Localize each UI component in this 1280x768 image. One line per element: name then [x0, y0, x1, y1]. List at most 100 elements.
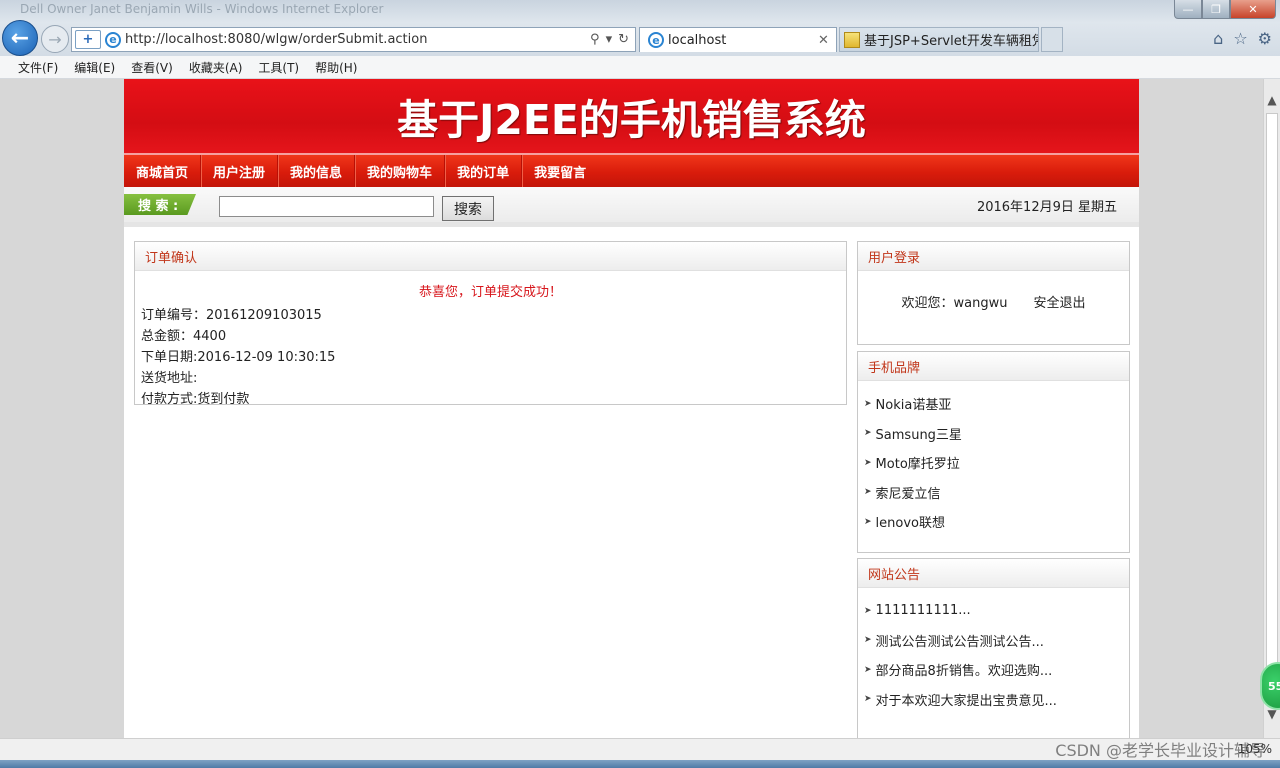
order-address: 送货地址:	[141, 371, 198, 386]
search-icon[interactable]: ⚲	[590, 32, 600, 47]
zoom-level[interactable]: 105%	[1238, 742, 1272, 756]
logout-link[interactable]: 安全退出	[1033, 292, 1085, 311]
nav-cart[interactable]: 我的购物车	[355, 155, 446, 187]
maximize-button[interactable]: ❐	[1202, 0, 1230, 19]
notice-link[interactable]: ➤ 部分商品8折销售。欢迎选购...	[858, 655, 1129, 685]
bullet-arrow-icon: ➤	[864, 457, 872, 468]
tab-localhost[interactable]: e localhost ✕	[639, 27, 837, 52]
floating-badge[interactable]: 55	[1260, 662, 1280, 710]
order-total: 总金额：4400	[141, 329, 227, 344]
home-icon[interactable]: ⌂	[1213, 29, 1223, 48]
order-confirm-panel: 订单确认 恭喜您，订单提交成功！ 订单编号：20161209103015 总金额…	[134, 241, 847, 407]
brand-link-nokia[interactable]: ➤ Nokia诺基亚	[858, 389, 1129, 419]
vertical-scrollbar[interactable]: ▲ ▼	[1263, 79, 1280, 738]
search-input[interactable]	[219, 196, 434, 217]
brands-panel: 手机品牌 ➤ Nokia诺基亚 ➤ Samsung三星 ➤ Moto摩托罗拉 ➤ 索尼爱…	[857, 351, 1130, 553]
ie-page-icon: e	[105, 31, 121, 48]
notice-link[interactable]: ➤ 1111111111...	[858, 596, 1129, 626]
address-bar[interactable]: + e http://localhost:8080/wlgw/orderSubm…	[71, 27, 636, 52]
brand-label: Nokia诺基亚	[875, 398, 952, 414]
dropdown-icon[interactable]: ▾	[606, 32, 613, 47]
welcome-text: 欢迎您：wangwu	[901, 296, 1008, 311]
brand-link-moto[interactable]: ➤ Moto摩托罗拉	[858, 448, 1129, 478]
bullet-arrow-icon: ➤	[864, 635, 872, 646]
window-title: Dell Owner Janet Benjamin Wills - Window…	[20, 2, 384, 16]
watermark-text: CSDN @老学长毕业设计辅导	[1055, 741, 1266, 760]
order-success-message: 恭喜您，订单提交成功！	[418, 285, 562, 300]
login-panel-title: 用户登录	[858, 242, 1129, 271]
menu-tools[interactable]: 工具(T)	[250, 59, 307, 76]
brands-panel-title: 手机品牌	[858, 352, 1129, 381]
site-page: 基于J2EE的手机销售系统 商城首页 用户注册 我的信息 我的购物车 我的订单 …	[124, 79, 1139, 738]
notice-label: 测试公告测试公告测试公告...	[875, 634, 1044, 650]
nav-register[interactable]: 用户注册	[201, 155, 279, 187]
document-icon	[844, 31, 860, 48]
site-title: 基于J2EE的手机销售系统	[397, 96, 866, 144]
star-icon[interactable]: ☆	[1233, 29, 1247, 48]
search-bar: 搜 索 : 搜索 2016年12月9日 星期五	[124, 187, 1139, 227]
taskbar	[0, 760, 1280, 768]
close-tab-icon[interactable]: ✕	[818, 33, 832, 48]
menu-favorites[interactable]: 收藏夹(A)	[181, 59, 251, 76]
nav-home[interactable]: 商城首页	[124, 155, 202, 187]
menu-help[interactable]: 帮助(H)	[307, 59, 365, 76]
site-banner: 基于J2EE的手机销售系统	[124, 79, 1139, 153]
notice-link[interactable]: ➤ 对于本欢迎大家提出宝贵意见...	[858, 685, 1129, 715]
nav-orders[interactable]: 我的订单	[445, 155, 523, 187]
minimize-button[interactable]: —	[1174, 0, 1202, 19]
notice-label: 对于本欢迎大家提出宝贵意见...	[875, 693, 1057, 709]
brand-label: lenovo联想	[875, 516, 945, 532]
brand-link-sony[interactable]: ➤ 索尼爱立信	[858, 478, 1129, 508]
arrow-left-icon: ←	[10, 25, 30, 51]
scroll-thumb[interactable]	[1266, 113, 1278, 703]
bullet-arrow-icon: ➤	[864, 487, 872, 498]
brand-label: Moto摩托罗拉	[875, 457, 960, 473]
arrow-right-icon: →	[48, 29, 62, 49]
menu-view[interactable]: 查看(V)	[123, 59, 181, 76]
status-bar: CSDN @老学长毕业设计辅导 105%	[0, 738, 1280, 761]
search-button[interactable]: 搜索	[442, 196, 494, 221]
tab-label: localhost	[668, 32, 727, 48]
page-viewport: 基于J2EE的手机销售系统 商城首页 用户注册 我的信息 我的购物车 我的订单 …	[0, 79, 1263, 738]
new-tab-button[interactable]	[1041, 27, 1063, 52]
bullet-arrow-icon: ➤	[864, 516, 872, 527]
brand-label: Samsung三星	[875, 427, 962, 443]
order-date: 下单日期:2016-12-09 10:30:15	[141, 350, 336, 365]
scroll-up-icon[interactable]: ▲	[1264, 91, 1280, 109]
user-login-panel: 用户登录 欢迎您：wangwu 安全退出	[857, 241, 1130, 345]
menu-file[interactable]: 文件(F)	[10, 59, 66, 76]
brand-link-lenovo[interactable]: ➤ lenovo联想	[858, 507, 1129, 537]
brand-label: 索尼爱立信	[875, 486, 941, 502]
window-controls: — ❐ ✕	[1174, 0, 1276, 19]
site-nav: 商城首页 用户注册 我的信息 我的购物车 我的订单 我要留言	[124, 155, 1139, 187]
tab-label: 基于JSP+Servlet开发车辆租凭...	[864, 34, 1038, 49]
bullet-arrow-icon: ➤	[864, 605, 872, 616]
menu-edit[interactable]: 编辑(E)	[66, 59, 123, 76]
refresh-icon[interactable]: ↻	[618, 32, 629, 47]
search-label: 搜 索 :	[124, 194, 196, 215]
ie-tab-icon: e	[648, 32, 664, 48]
nav-my-info[interactable]: 我的信息	[278, 155, 356, 187]
brand-link-samsung[interactable]: ➤ Samsung三星	[858, 419, 1129, 449]
bullet-arrow-icon: ➤	[864, 398, 872, 409]
order-panel-title: 订单确认	[135, 242, 846, 271]
notice-label: 部分商品8折销售。欢迎选购...	[875, 664, 1053, 680]
notice-label: 1111111111...	[875, 603, 971, 619]
gear-icon[interactable]: ⚙	[1258, 29, 1272, 48]
nav-message[interactable]: 我要留言	[522, 155, 598, 187]
bullet-arrow-icon: ➤	[864, 694, 872, 705]
close-window-button[interactable]: ✕	[1230, 0, 1276, 19]
address-url[interactable]: http://localhost:8080/wlgw/orderSubmit.a…	[125, 32, 590, 47]
current-date: 2016年12月9日 星期五	[976, 200, 1117, 215]
back-button[interactable]: ←	[2, 20, 38, 56]
compatibility-view-icon[interactable]: +	[75, 30, 101, 49]
bullet-arrow-icon: ➤	[864, 664, 872, 675]
tab-second[interactable]: 基于JSP+Servlet开发车辆租凭...	[839, 27, 1039, 52]
notices-panel: 网站公告 ➤ 1111111111... ➤ 测试公告测试公告测试公告... ➤ 部分…	[857, 558, 1130, 738]
forward-button[interactable]: →	[41, 25, 69, 53]
order-number: 订单编号：20161209103015	[141, 308, 322, 323]
notices-panel-title: 网站公告	[858, 559, 1129, 588]
notice-link[interactable]: ➤ 测试公告测试公告测试公告...	[858, 626, 1129, 656]
menu-bar: 文件(F) 编辑(E) 查看(V) 收藏夹(A) 工具(T) 帮助(H)	[0, 56, 1280, 79]
order-payment: 付款方式:货到付款	[141, 392, 250, 407]
